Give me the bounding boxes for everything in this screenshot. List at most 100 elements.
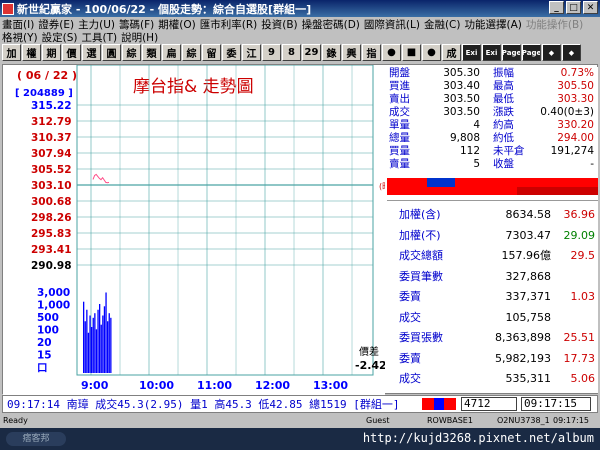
- app-window: 新世紀贏家 - 100/06/22 - 個股走勢：綜合自選股[群組一] _ □ …: [0, 0, 600, 450]
- volume-bar-10: [99, 304, 101, 373]
- summary-pct-1: 29.09: [563, 228, 596, 242]
- summary-pct-7: 17.73: [563, 351, 596, 365]
- toolbar-button-2[interactable]: 期: [42, 44, 61, 61]
- chip-red: [422, 398, 434, 410]
- volume-bar-0: [83, 301, 85, 373]
- quote-label2-6: 未平倉: [493, 145, 525, 157]
- toolbar-button-18[interactable]: 指: [362, 44, 381, 61]
- summary-value-1: 7303.47: [505, 228, 552, 242]
- toolbar-button-21[interactable]: ●: [422, 44, 441, 61]
- quote-value-1: 303.40: [443, 80, 480, 92]
- quote-value-2: 303.50: [443, 93, 480, 105]
- quote-value-0: 305.30: [443, 67, 480, 79]
- summary-row-8: 成交 535,311 5.06: [395, 369, 595, 389]
- toolbar-button-24[interactable]: Exi: [482, 44, 501, 61]
- toolbar-button-23[interactable]: Exi: [462, 44, 481, 61]
- window-title: 新世紀贏家 - 100/06/22 - 個股走勢：綜合自選股[群組一]: [17, 2, 312, 16]
- maximize-button[interactable]: □: [566, 1, 581, 14]
- summary-label-3: 委買筆數: [399, 269, 443, 283]
- toolbar-button-1[interactable]: 權: [22, 44, 41, 61]
- price-tick-10: 290.98: [31, 260, 72, 272]
- price-tick-8: 295.83: [31, 228, 72, 240]
- summary-row-0: 加權(含) 8634.58 36.96: [395, 205, 595, 225]
- toolbar-button-0[interactable]: 加: [2, 44, 21, 61]
- quote-label2-1: 最高: [493, 80, 514, 92]
- volume-bar-15: [107, 321, 109, 373]
- toolbar-button-10[interactable]: 留: [202, 44, 221, 61]
- toolbar-button-28[interactable]: ◆: [562, 44, 581, 61]
- toolbar-button-3[interactable]: 價: [62, 44, 81, 61]
- quote-label-1: 買進: [389, 80, 410, 92]
- toolbar-button-27[interactable]: ◆: [542, 44, 561, 61]
- toolbar-button-6[interactable]: 綜: [122, 44, 141, 61]
- quote-label2-3: 漲跌: [493, 106, 514, 118]
- chart-date: ( 06 / 22 ): [17, 69, 77, 82]
- watermark-logo: 痞客邦: [6, 432, 66, 446]
- volume-tick-5: 15: [37, 350, 52, 362]
- summary-value-6: 8,363,898: [495, 331, 551, 344]
- price-tick-9: 293.41: [31, 244, 72, 256]
- toolbar-button-22[interactable]: 成: [442, 44, 461, 61]
- toolbar-button-14[interactable]: 8: [282, 44, 301, 61]
- volume-bar-5: [91, 327, 93, 373]
- volume-bar-3: [87, 332, 90, 373]
- summary-label-8: 成交: [399, 372, 421, 385]
- volume-bar-2: [86, 309, 88, 373]
- toolbar-button-9[interactable]: 綜: [182, 44, 201, 61]
- main-panel: ( 06 / 22 ) [ 204889 ] 摩台指& 走勢圖 315.22 312.7…: [2, 64, 598, 395]
- toolbar-button-13[interactable]: 9: [262, 44, 281, 61]
- summary-label-5: 成交: [399, 310, 421, 324]
- status-bar: Ready Guest ROWBASE1 O2NU3738_1 09:17:15: [0, 414, 600, 426]
- close-button[interactable]: ✕: [583, 1, 598, 14]
- title-bar[interactable]: 新世紀贏家 - 100/06/22 - 個股走勢：綜合自選股[群組一] _ □ …: [0, 0, 600, 17]
- quote-label-3: 成交: [389, 106, 410, 118]
- summary-pct-8: 5.06: [570, 372, 596, 385]
- bid-ask-bar-top: [387, 178, 598, 187]
- quote-value2-0: 0.73%: [560, 67, 594, 79]
- toolbar-button-17[interactable]: 興: [342, 44, 361, 61]
- chart-title: 摩台指& 走勢圖: [133, 77, 254, 97]
- quote-label2-4: 約高: [493, 119, 514, 131]
- summary-pct-2: 29.5: [570, 249, 596, 262]
- quote-label2-0: 振幅: [493, 67, 514, 79]
- toolbar-button-25[interactable]: Page: [502, 44, 521, 61]
- volume-bar-1: [84, 321, 86, 373]
- toolbar-button-7[interactable]: 類: [142, 44, 161, 61]
- toolbar-button-5[interactable]: 圓: [102, 44, 121, 61]
- volume-bar-4: [89, 315, 91, 373]
- status-code: O2NU3738_1: [497, 415, 550, 425]
- toolbar-button-20[interactable]: ■: [402, 44, 421, 61]
- quote-value2-5: 294.00: [557, 132, 594, 144]
- chip-red-2: [444, 398, 456, 410]
- volume-tick-1: 1,000: [37, 300, 70, 312]
- toolbar-button-4[interactable]: 選: [82, 44, 101, 61]
- summary-pct-4: 1.03: [570, 290, 596, 303]
- quote-label-5: 總量: [389, 132, 410, 144]
- quote-label-0: 開盤: [389, 67, 410, 79]
- ticker-time: 09:17:15: [521, 397, 591, 411]
- summary-label-4: 委賣: [399, 290, 421, 303]
- quote-row-3: 成交 303.50 漲跌 0.40(0±3): [387, 106, 598, 119]
- quote-value2-3: 0.40(0±3): [540, 106, 594, 118]
- quote-label-6: 買量: [389, 145, 410, 157]
- volume-bar-17: [110, 317, 112, 373]
- time-tick-2: 11:00: [197, 379, 232, 392]
- summary-pct-6: 25.51: [563, 331, 596, 344]
- toolbar-button-12[interactable]: 江: [242, 44, 261, 61]
- quote-row-6: 買量 112 未平倉 191,274: [387, 145, 598, 158]
- volume-bar-13: [103, 306, 106, 373]
- toolbar-button-8[interactable]: 扁: [162, 44, 181, 61]
- price-tick-2: 310.37: [31, 132, 72, 144]
- quote-value2-2: 303.30: [557, 93, 594, 105]
- minimize-button[interactable]: _: [549, 1, 564, 14]
- toolbar-button-26[interactable]: Page: [522, 44, 541, 61]
- stock-code-input[interactable]: 4712: [461, 397, 517, 411]
- toolbar-button-16[interactable]: 錄: [322, 44, 341, 61]
- yesterday-label: (昨收): [379, 181, 385, 191]
- chart-frame: [76, 65, 374, 376]
- summary-value-2: 157.96億: [501, 249, 552, 262]
- toolbar-button-15[interactable]: 29: [302, 44, 321, 61]
- summary-label-1: 加權(不): [399, 228, 441, 242]
- toolbar-button-19[interactable]: ●: [382, 44, 401, 61]
- toolbar-button-11[interactable]: 委: [222, 44, 241, 61]
